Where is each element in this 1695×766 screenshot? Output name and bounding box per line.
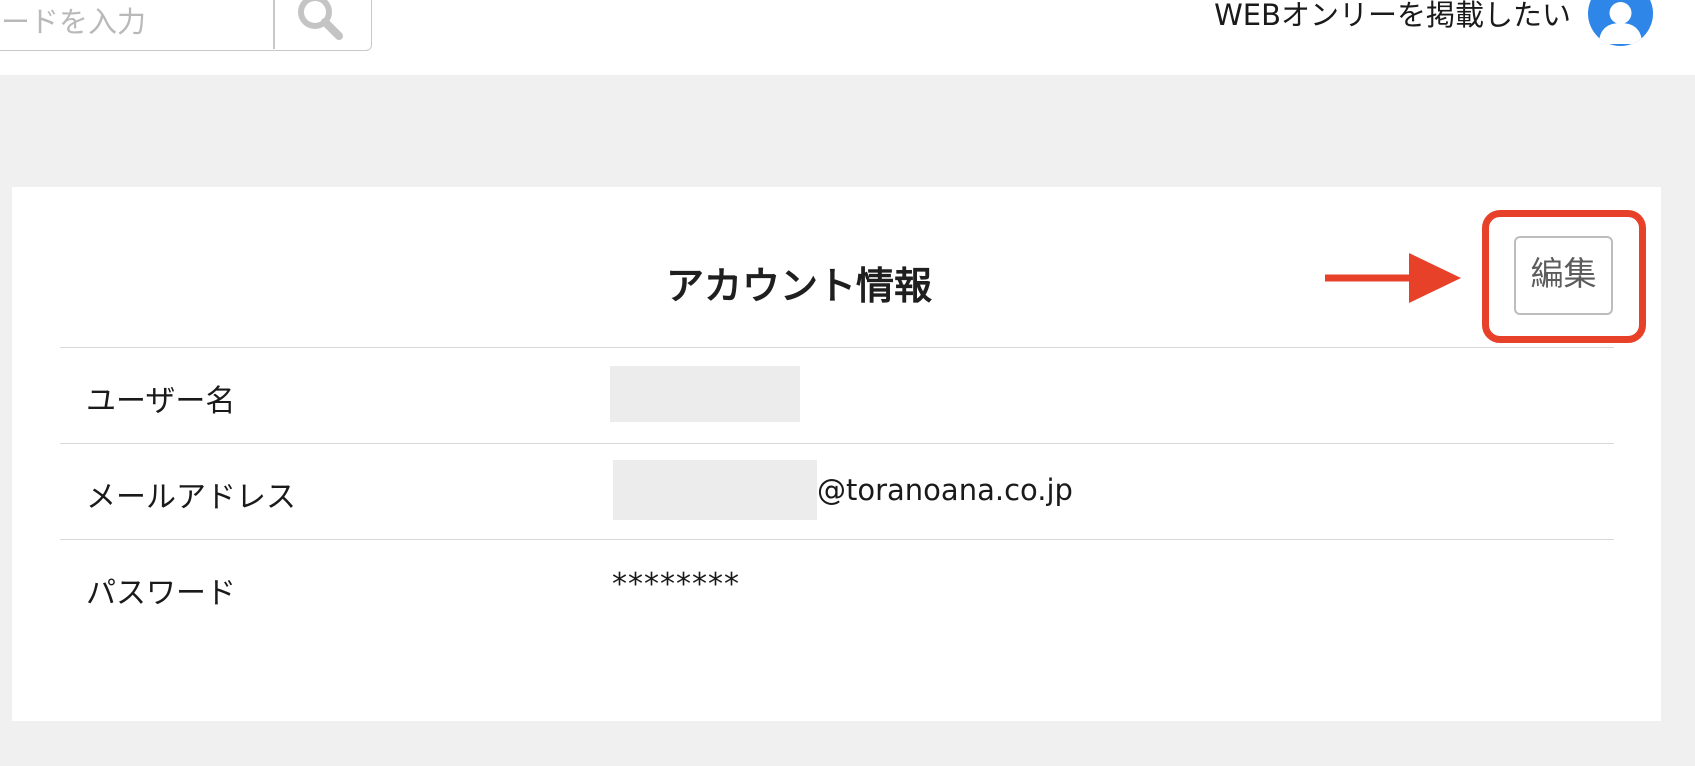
email-value: @toranoana.co.jp [610,460,1073,520]
user-icon [1599,2,1642,44]
username-label: ユーザー名 [86,384,236,419]
search-button[interactable] [285,0,355,45]
search-box [0,0,372,51]
edit-button[interactable]: 編集 [1514,236,1613,315]
password-value: ******** [612,566,740,602]
redacted-email-local-part [613,460,817,520]
post-listing-link[interactable]: WEBオンリーを掲載したい [1214,0,1571,34]
table-row-password: パスワード ******** [60,539,1614,635]
arrow-right-icon [1325,253,1461,303]
account-info-table: ユーザー名 メールアドレス @toranoana.co.jp パスワード ***… [60,347,1614,635]
table-row-email: メールアドレス @toranoana.co.jp [60,443,1614,539]
email-label: メールアドレス [86,480,296,515]
user-account-button[interactable] [1588,0,1653,46]
email-domain: @toranoana.co.jp [817,473,1073,507]
search-input[interactable] [1,0,271,49]
username-value [610,364,800,424]
password-label: パスワード [86,576,236,611]
search-icon [298,0,343,40]
table-row-username: ユーザー名 [60,347,1614,443]
header: WEBオンリーを掲載したい [0,0,1695,75]
redacted-username [610,366,800,422]
search-divider [273,0,275,49]
